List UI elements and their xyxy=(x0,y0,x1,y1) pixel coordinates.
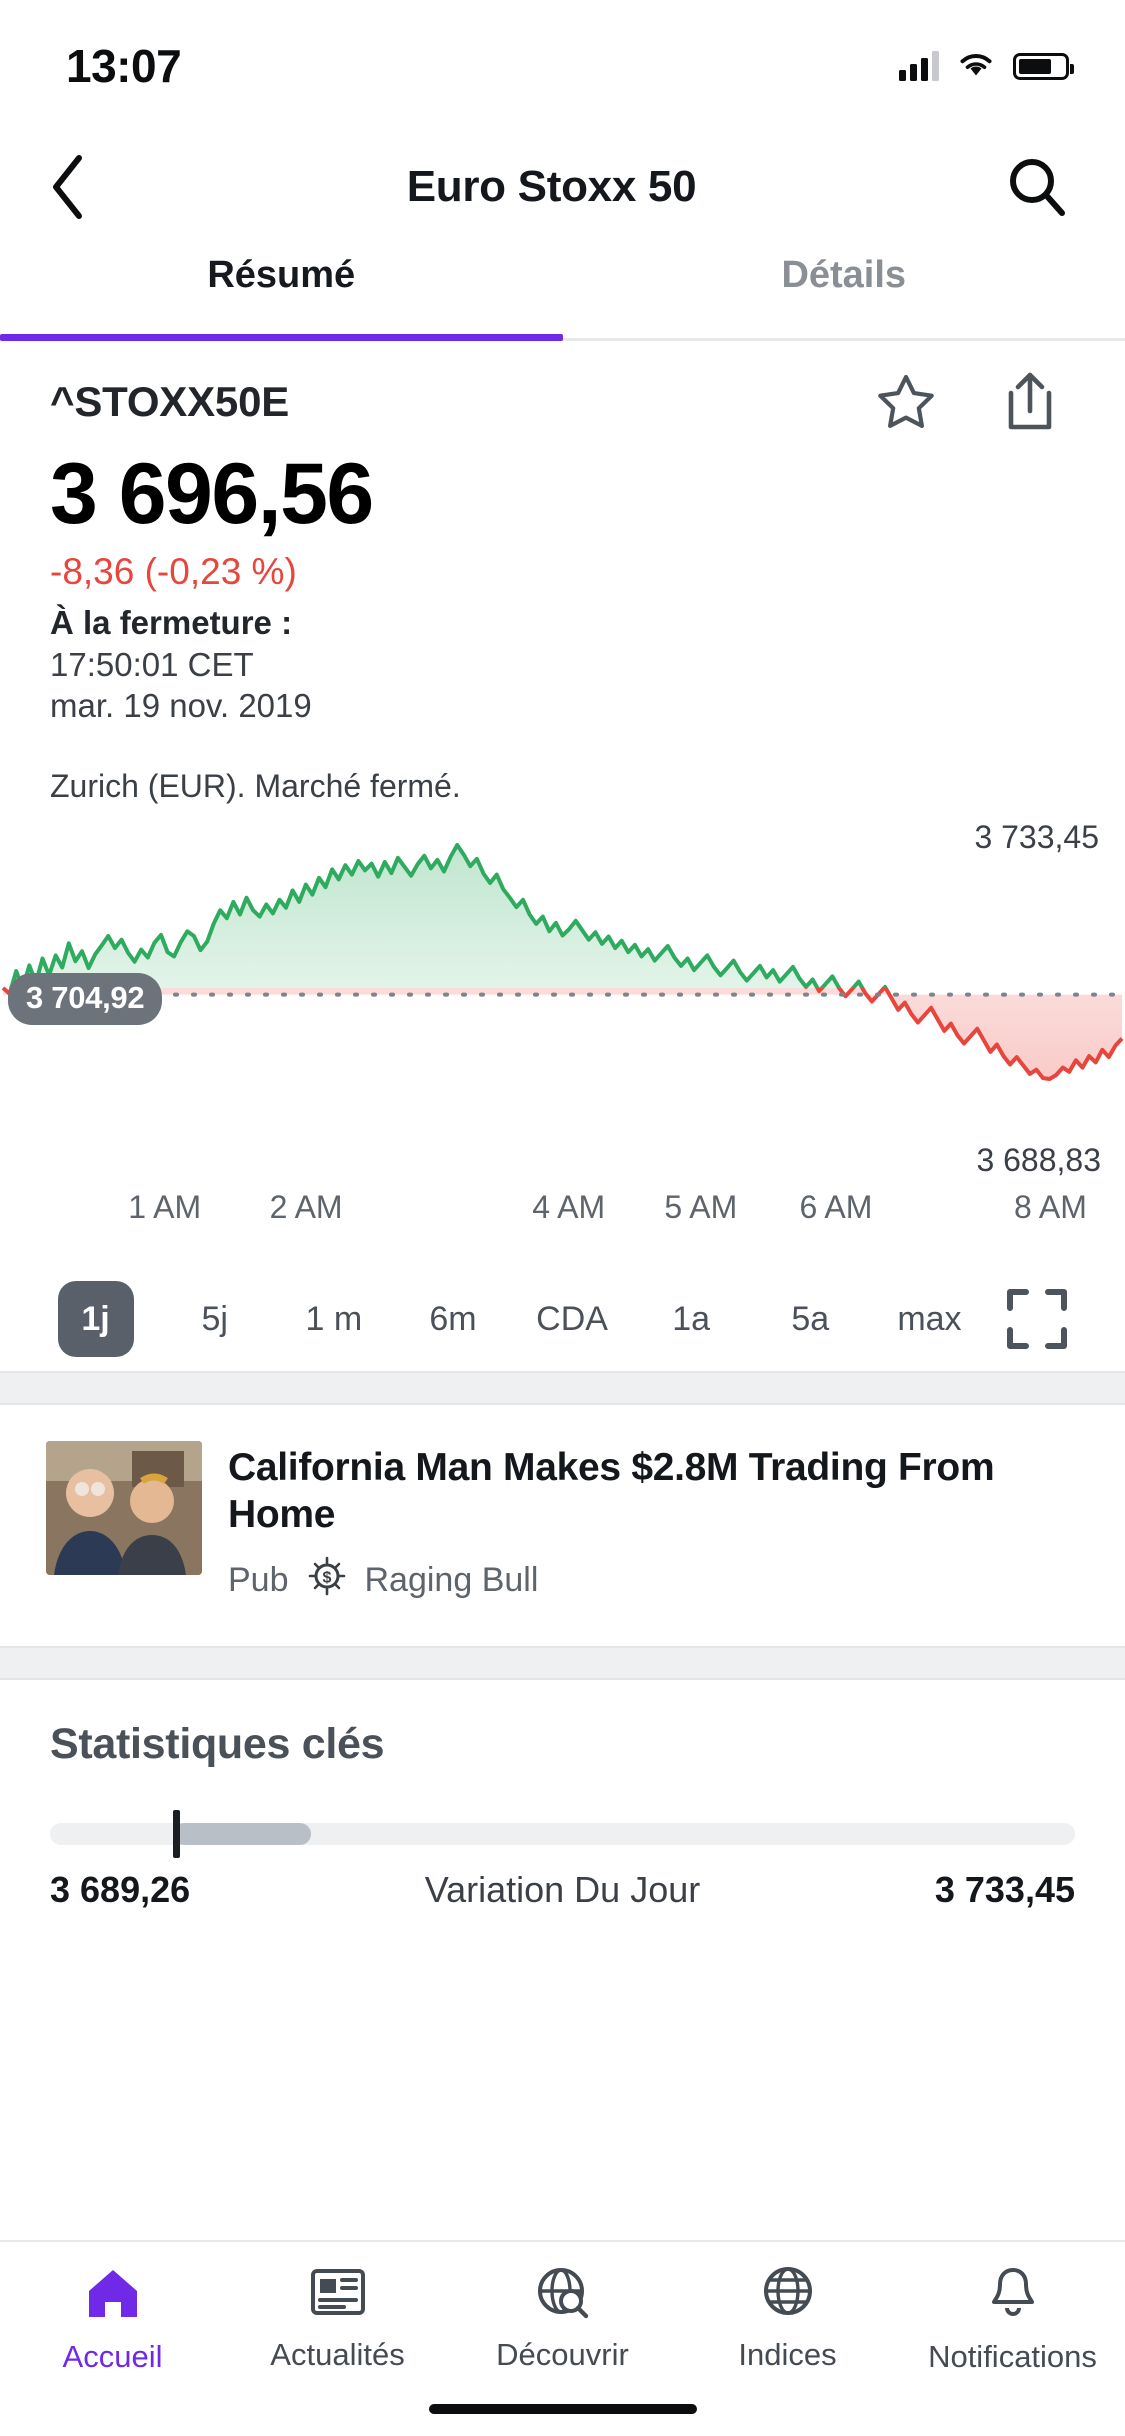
x-tick-label: 5 AM xyxy=(664,1189,738,1226)
range-5a[interactable]: 5a xyxy=(751,1281,870,1357)
tab-bar: Résumé Détails xyxy=(0,242,1125,341)
symbol-row: ^STOXX50E xyxy=(50,369,1075,435)
home-indicator xyxy=(428,2404,697,2414)
news-card[interactable]: California Man Makes $2.8M Trading From … xyxy=(0,1405,1125,1646)
tab-resume[interactable]: Résumé xyxy=(0,242,563,341)
x-tick-label: 6 AM xyxy=(799,1189,873,1226)
x-tick-label: 2 AM xyxy=(269,1189,343,1226)
quote-actions xyxy=(873,369,1075,435)
range-5j[interactable]: 5j xyxy=(155,1281,274,1357)
market-status: Zurich (EUR). Marché fermé. xyxy=(50,768,461,805)
range-1a[interactable]: 1a xyxy=(632,1281,751,1357)
nav-bar: Euro Stoxx 50 xyxy=(0,132,1125,242)
chart-x-axis: 1 AM 2 AM 4 AM 5 AM 6 AM 8 AM xyxy=(0,1189,1125,1261)
day-range-fill xyxy=(173,1822,312,1845)
close-label: À la fermeture : xyxy=(50,604,293,642)
range-5j-label: 5j xyxy=(201,1299,228,1338)
chart-area-fill xyxy=(3,845,1122,1080)
range-1j-label: 1j xyxy=(57,1281,134,1358)
x-tick-label: 8 AM xyxy=(1013,1189,1087,1226)
globe-search-icon xyxy=(533,2264,593,2325)
nav-item-actualites[interactable]: Actualités xyxy=(225,2264,450,2373)
range-6m[interactable]: 6m xyxy=(393,1281,512,1357)
ticker-symbol: ^STOXX50E xyxy=(50,378,290,425)
range-max-label: max xyxy=(897,1299,962,1338)
chart-canvas xyxy=(1,843,1125,1082)
svg-text:$: $ xyxy=(322,1569,331,1586)
status-indicators xyxy=(899,49,1074,84)
nav-item-notifications[interactable]: Notifications xyxy=(900,2264,1125,2375)
page-title: Euro Stoxx 50 xyxy=(406,162,697,211)
range-selector: 1j 5j 1 m 6m CDA 1a 5a max xyxy=(0,1261,1125,1371)
nav-item-indices[interactable]: Indices xyxy=(675,2264,900,2373)
range-6m-label: 6m xyxy=(429,1299,477,1338)
quote-section: ^STOXX50E 3 696,56 -8,36 (-0,23 %) À la … xyxy=(0,341,1125,805)
previous-close-badge: 3 704,92 xyxy=(8,973,163,1026)
x-tick-label: 4 AM xyxy=(532,1189,606,1226)
battery-icon xyxy=(1013,52,1074,80)
news-meta: Pub $ Raging Bull xyxy=(228,1555,1075,1606)
range-cda-label: CDA xyxy=(536,1299,608,1338)
x-tick-label: 1 AM xyxy=(128,1189,202,1226)
range-1a-label: 1a xyxy=(672,1299,711,1338)
key-stats-section: Statistiques clés 3 689,26 Variation Du … xyxy=(0,1680,1125,1911)
app-screen: 13:07 Euro Stoxx 50 Résumé Détails ^STOX… xyxy=(0,0,1125,2436)
range-1m-label: 1 m xyxy=(305,1299,363,1338)
range-1j[interactable]: 1j xyxy=(36,1281,155,1358)
close-time: 17:50:01 CET xyxy=(50,645,254,683)
globe-icon xyxy=(758,2264,818,2325)
bell-icon xyxy=(984,2264,1042,2327)
day-range-slider[interactable] xyxy=(50,1809,1075,1858)
back-button[interactable] xyxy=(34,152,104,222)
news-thumbnail xyxy=(46,1441,202,1576)
news-title: California Man Makes $2.8M Trading From … xyxy=(228,1446,995,1536)
news-icon xyxy=(308,2264,368,2325)
nav-item-decouvrir[interactable]: Découvrir xyxy=(450,2264,675,2373)
status-time: 13:07 xyxy=(66,40,182,92)
nav-item-actualites-label: Actualités xyxy=(270,2337,405,2372)
search-button[interactable] xyxy=(999,149,1075,225)
nav-item-notifications-label: Notifications xyxy=(928,2339,1097,2374)
nav-item-accueil-label: Accueil xyxy=(62,2339,163,2374)
share-button[interactable] xyxy=(997,369,1063,435)
price-chart[interactable]: 3 733,45 3 688,83 3 704,92 xyxy=(0,819,1125,1178)
day-range-label: Variation Du Jour xyxy=(424,1868,701,1910)
section-divider-2 xyxy=(0,1645,1125,1680)
nav-item-decouvrir-label: Découvrir xyxy=(496,2337,629,2372)
close-date: mar. 19 nov. 2019 xyxy=(50,686,312,724)
nav-item-indices-label: Indices xyxy=(738,2337,837,2372)
favorite-button[interactable] xyxy=(873,369,939,435)
home-icon xyxy=(82,2264,144,2327)
day-range-row: 3 689,26 Variation Du Jour 3 733,45 xyxy=(50,1869,1075,1911)
range-1m[interactable]: 1 m xyxy=(274,1281,393,1357)
status-bar: 13:07 xyxy=(0,0,1125,132)
price-change: -8,36 (-0,23 %) xyxy=(50,550,297,592)
tab-details-label: Détails xyxy=(781,254,907,296)
cellular-bars-icon xyxy=(899,51,939,81)
tab-details[interactable]: Détails xyxy=(563,242,1125,338)
key-stats-title: Statistiques clés xyxy=(50,1719,385,1768)
chart-low-label: 3 688,83 xyxy=(976,1142,1101,1179)
day-range-high: 3 733,45 xyxy=(934,1868,1075,1910)
tab-resume-label: Résumé xyxy=(207,254,356,296)
section-divider xyxy=(0,1371,1125,1406)
fullscreen-icon[interactable] xyxy=(989,1286,1085,1352)
range-max[interactable]: max xyxy=(870,1281,989,1357)
chart-high-label: 3 733,45 xyxy=(974,819,1099,856)
range-cda[interactable]: CDA xyxy=(513,1281,632,1357)
wifi-icon xyxy=(956,49,996,84)
news-source: Raging Bull xyxy=(364,1560,539,1599)
range-5a-label: 5a xyxy=(791,1299,830,1338)
current-price: 3 696,56 xyxy=(50,446,374,542)
ad-label: Pub xyxy=(228,1560,289,1599)
day-range-marker xyxy=(173,1809,180,1858)
day-range-low: 3 689,26 xyxy=(50,1868,191,1910)
news-text: California Man Makes $2.8M Trading From … xyxy=(228,1441,1075,1606)
dollar-badge-icon: $ xyxy=(306,1555,348,1606)
nav-item-accueil[interactable]: Accueil xyxy=(0,2264,225,2375)
